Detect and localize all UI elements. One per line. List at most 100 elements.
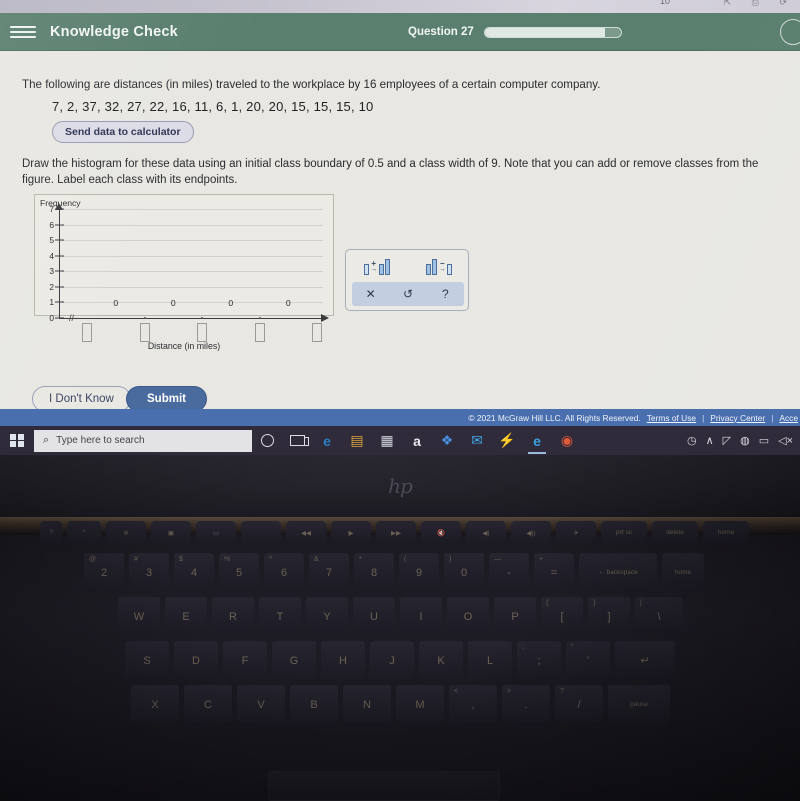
privacy-center-link[interactable]: Privacy Center [710,413,765,423]
axis-break-mark: // [69,313,75,323]
edge-icon[interactable]: e [312,426,342,455]
remove-class-icon[interactable]: − → [425,258,453,275]
keyboard-key: ◀◀ [286,521,326,543]
laptop-photo-area: hp ? * ※ ▣ ▭ ◀◀ ▶ ▶▶ 🔇 ◀) ◀)) ✈ prt sc delete home @2 #3… [0,455,800,801]
mail-icon[interactable]: ✉ [462,426,492,455]
y-tick-label: 5 [49,235,54,246]
tray-icon[interactable]: ∧ [706,434,714,447]
tray-icon[interactable]: ◍ [740,434,750,447]
tray-icon[interactable]: ◸ [723,434,731,447]
key-label: ◀◀ [301,529,311,537]
send-data-to-calculator-button[interactable]: Send data to calculator [52,121,194,143]
cortana-icon[interactable] [252,426,282,455]
progress-bar [483,26,622,38]
add-class-icon[interactable]: + → [363,258,391,275]
amazon-icon[interactable]: a [402,426,432,455]
keyboard-key: ^ 6 [264,553,304,591]
keyboard-key: W [118,597,160,635]
x-axis-arrow [321,314,329,322]
touchpad [268,771,500,801]
undo-icon[interactable]: ↺ [394,287,422,301]
y-tick-label: 1 [49,297,54,308]
accessibility-link[interactable]: Acce [779,413,798,423]
class-endpoint-input[interactable] [197,323,207,342]
bar-glyph [432,258,438,275]
keyboard-key: * [67,521,101,543]
y-tick-mark [55,286,64,288]
key-label: ✈ [573,529,579,537]
x-tick-mark [258,317,261,319]
question-instructions: Draw the histogram for these data using … [22,158,759,187]
y-tick-label: 3 [49,266,54,277]
tool-actions-row: ✕ ↺ ? [352,282,464,306]
keyboard-key: home [662,553,704,591]
gridline [59,209,323,210]
tray-icon[interactable]: ◷ [687,434,697,447]
key-shift-label: > [507,688,512,695]
keyboard-key: }] [588,597,630,635]
class-endpoint-input[interactable] [139,323,150,342]
key-label: 2 [100,566,108,579]
start-button[interactable] [0,426,34,455]
key-shift-label: " [571,644,574,651]
task-view-icon[interactable] [282,426,312,455]
footer-separator: | [771,412,774,423]
tray-icon[interactable]: ▭ [759,434,769,447]
class-endpoint-input[interactable] [312,323,322,342]
question-data-values: 7, 2, 37, 32, 27, 22, 16, 11, 6, 1, 20, … [52,99,374,114]
chrome-icon[interactable]: ◉ [552,426,582,455]
hamburger-menu-icon[interactable] [10,26,36,38]
tray-icon[interactable]: ◁× [778,434,793,447]
help-icon[interactable]: ? [431,287,459,301]
keyboard-key: R [212,597,254,635]
class-endpoint-input[interactable] [254,323,265,342]
keyboard-key: K [419,641,463,679]
bar-frequency-label: 0 [113,298,119,308]
key-label: * [82,529,86,536]
key-label: F [241,654,249,667]
key-shift-label: — [494,556,501,563]
hamburger-bar [10,26,36,28]
key-label: \ [657,610,661,623]
key-label: H [339,654,347,667]
footer-separator: | [702,412,705,423]
keyboard-key: ▶▶ [376,521,416,543]
terms-of-use-link[interactable]: Terms of Use [647,413,696,423]
class-tools-row: + → − → [346,252,470,280]
key-label: 4 [190,566,198,579]
class-endpoint-input[interactable] [82,323,92,342]
hamburger-bar [10,36,36,38]
clear-icon[interactable]: ✕ [357,287,385,301]
dropbox-icon[interactable]: ❖ [432,426,462,455]
key-label: X [151,698,159,711]
gridline [59,302,323,304]
keyboard-key: ◀) [466,521,506,543]
keyboard-key: U [353,597,395,635]
histogram-plot[interactable]: // 0 1 2 3 4 5 6 7 0 0 0 0 [35,195,335,342]
key-label: pause [630,701,648,708]
edge-icon-glyph: e [323,432,331,449]
chrome-icon-glyph: ◉ [560,432,574,448]
keyboard-key: delete [652,521,698,543]
key-label: 3 [145,566,153,579]
key-label: delete [666,529,684,536]
key-label: ] [607,610,611,623]
key-shift-label: ^ [269,556,273,563]
keyboard-row: W E R T Y U I O P{[}] | \ [118,597,683,635]
search-input[interactable]: ⌕ Type here to search [34,429,252,452]
store-icon[interactable]: ▦ [372,426,402,455]
histogram-panel[interactable]: Frequency // 012345670000 Distance (in m… [34,194,335,351]
keyboard-key: | \ [635,597,683,635]
avatar[interactable] [780,19,800,45]
lightning-icon[interactable]: ⚡ [492,426,522,455]
keyboard-key: 🔇 [421,521,461,543]
file-explorer-icon[interactable]: ▤ [342,426,372,455]
plus-arrow-group: + → [370,258,377,275]
keyboard-key: F [223,641,267,679]
keyboard-key: I [400,597,442,635]
question-content-area: The following are distances (in miles) t… [0,51,800,433]
internet-explorer-icon[interactable]: e [522,426,552,455]
key-label: ' [586,654,590,667]
question-progress-group: Question 27 [408,26,622,38]
key-shift-label: * [359,556,362,563]
